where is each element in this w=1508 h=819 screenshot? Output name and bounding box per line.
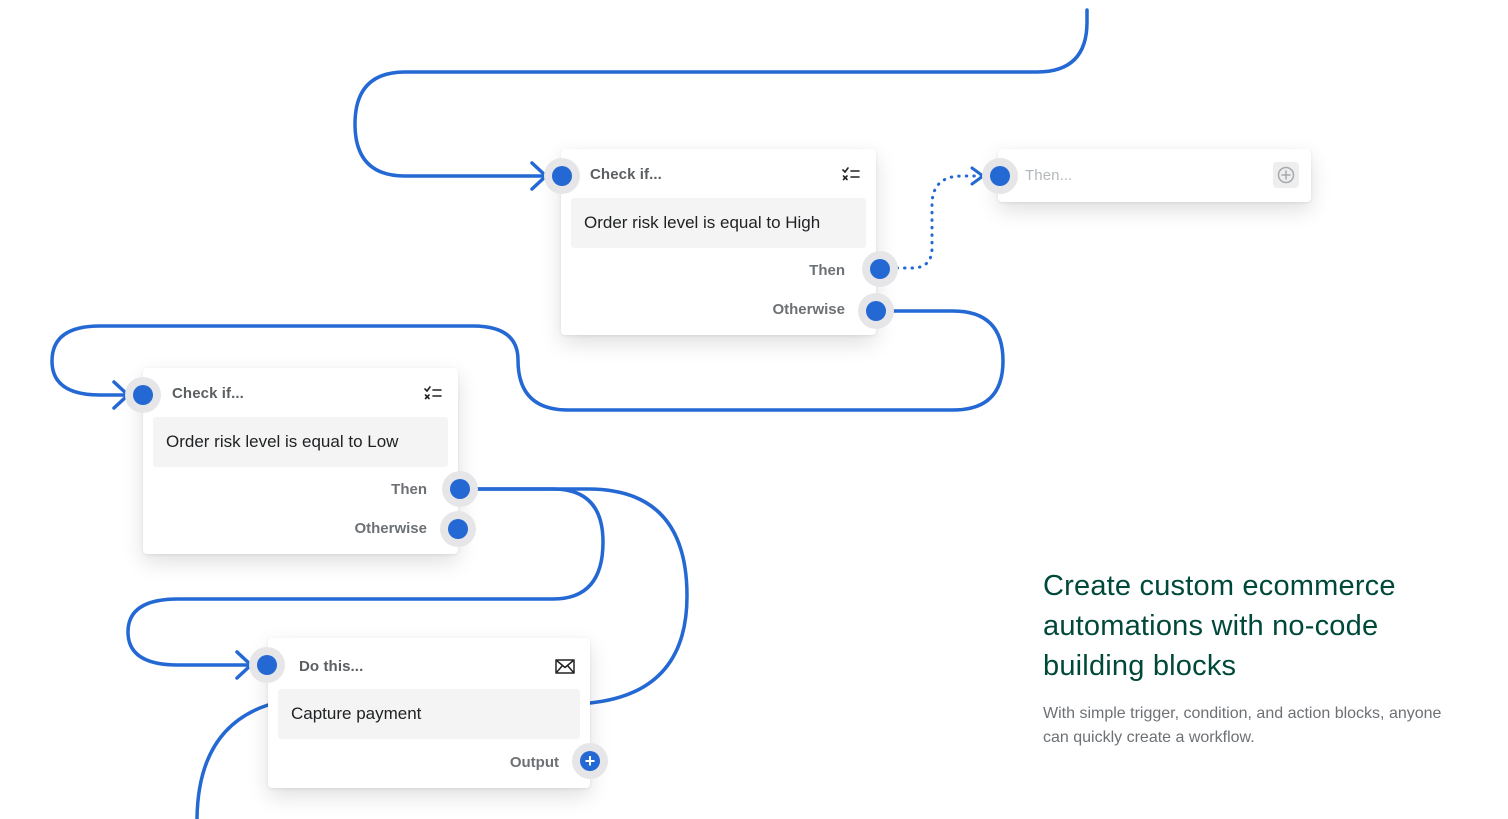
connector-dotted-then-placeholder bbox=[880, 174, 984, 270]
block-header: Then... bbox=[1025, 167, 1073, 184]
input-port-condition-low[interactable] bbox=[125, 377, 161, 413]
block-header: Check if... bbox=[590, 166, 662, 183]
condition-block-low[interactable]: Check if... Order risk level is equal to… bbox=[143, 368, 458, 554]
condition-block-high[interactable]: Check if... Order risk level is equal to… bbox=[561, 149, 876, 335]
then-placeholder-block[interactable]: Then... bbox=[998, 149, 1311, 202]
input-port-condition-high[interactable] bbox=[544, 158, 580, 194]
envelope-icon bbox=[555, 657, 575, 675]
action-block[interactable]: Do this... Capture payment Output bbox=[268, 638, 590, 788]
condition-text[interactable]: Order risk level is equal to Low bbox=[153, 417, 448, 467]
promo-section: Create custom ecommerce automations with… bbox=[1043, 566, 1443, 750]
then-port-condition-low[interactable] bbox=[442, 471, 478, 507]
output-port-action[interactable]: + bbox=[572, 743, 608, 779]
output-label: Output bbox=[509, 754, 559, 771]
otherwise-label: Otherwise bbox=[772, 301, 845, 318]
then-label: Then bbox=[391, 481, 427, 498]
input-port-action[interactable] bbox=[249, 647, 285, 683]
then-port-condition-high[interactable] bbox=[862, 251, 898, 287]
block-header: Do this... bbox=[299, 658, 364, 675]
action-text[interactable]: Capture payment bbox=[278, 689, 580, 739]
otherwise-port-condition-low[interactable] bbox=[440, 511, 476, 547]
then-label: Then bbox=[809, 262, 845, 279]
block-header: Check if... bbox=[172, 385, 244, 402]
promo-title: Create custom ecommerce automations with… bbox=[1043, 570, 1396, 682]
plus-icon[interactable]: + bbox=[580, 751, 600, 771]
connector-action-downstream bbox=[195, 703, 270, 819]
checklist-icon bbox=[423, 384, 443, 402]
otherwise-port-condition-high[interactable] bbox=[858, 293, 894, 329]
input-port-then-placeholder[interactable] bbox=[982, 158, 1018, 194]
otherwise-label: Otherwise bbox=[354, 520, 427, 537]
checklist-icon bbox=[841, 165, 861, 183]
add-circle-icon[interactable] bbox=[1273, 162, 1299, 188]
condition-text[interactable]: Order risk level is equal to High bbox=[571, 198, 866, 248]
promo-subtitle: With simple trigger, condition, and acti… bbox=[1043, 705, 1442, 746]
